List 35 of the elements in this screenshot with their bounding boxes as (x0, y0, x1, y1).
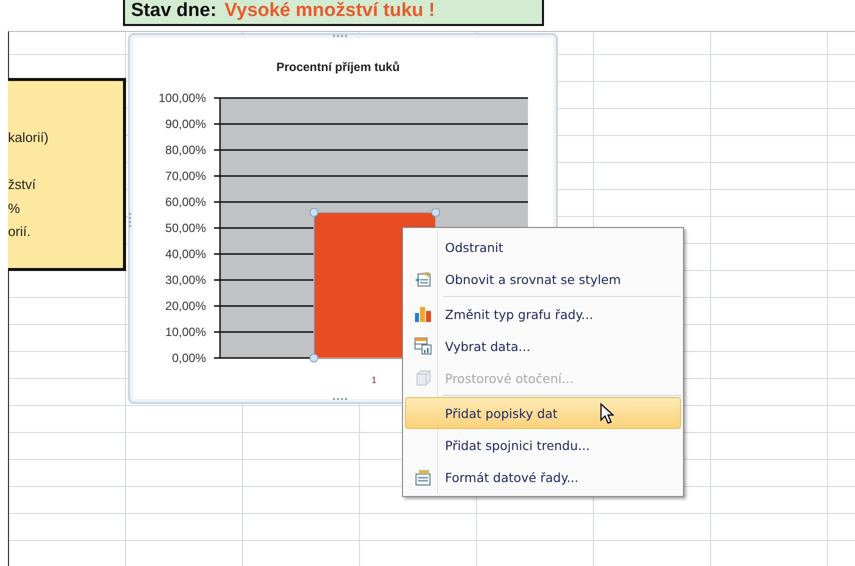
menu-item[interactable]: Odstranit (405, 231, 681, 263)
bar-chart-icon (414, 305, 432, 323)
resize-handle[interactable] (333, 35, 347, 37)
note-text: žství (8, 177, 36, 192)
axis-label: 80,00% (165, 143, 206, 157)
menu-item[interactable]: Vybrat data... (405, 330, 681, 362)
axis-label: 90,00% (165, 117, 206, 131)
cursor-icon (600, 403, 614, 425)
table-icon (414, 337, 432, 355)
menu-item[interactable]: Přidat spojnici trendu... (405, 429, 681, 461)
axis-label: 20,00% (165, 299, 206, 313)
axis-label: 50,00% (165, 221, 206, 235)
axis-label: 60,00% (165, 195, 206, 209)
note-text: orií. (8, 224, 31, 239)
axis-label: 30,00% (165, 273, 206, 287)
menu-item[interactable]: Přidat popisky dat (405, 397, 681, 429)
axis-label: 70,00% (165, 169, 206, 183)
note-text: % (8, 200, 20, 216)
note-text: kalorií) (8, 130, 49, 145)
banner-label: Stav dne: (131, 0, 217, 22)
axis-label: 40,00% (165, 247, 206, 261)
document-icon (414, 270, 432, 288)
menu-item[interactable]: Formát datové řady... (405, 461, 681, 493)
axis-label: 10,00% (165, 325, 206, 339)
chart-title: Procentní příjem tuků (276, 60, 400, 74)
cube-icon (414, 369, 432, 387)
resize-handle[interactable] (129, 213, 131, 227)
menu-item[interactable]: Obnovit a srovnat se stylem (405, 263, 681, 295)
format-icon (414, 468, 432, 486)
axis-label: 0,00% (172, 351, 206, 365)
category-label: 1 (372, 375, 376, 385)
banner-value: Vysoké množství tuku ! (224, 0, 435, 22)
menu-item[interactable]: Změnit typ grafu řady... (405, 298, 681, 330)
axis-label: 100,00% (158, 91, 206, 105)
resize-handle[interactable] (333, 398, 347, 400)
